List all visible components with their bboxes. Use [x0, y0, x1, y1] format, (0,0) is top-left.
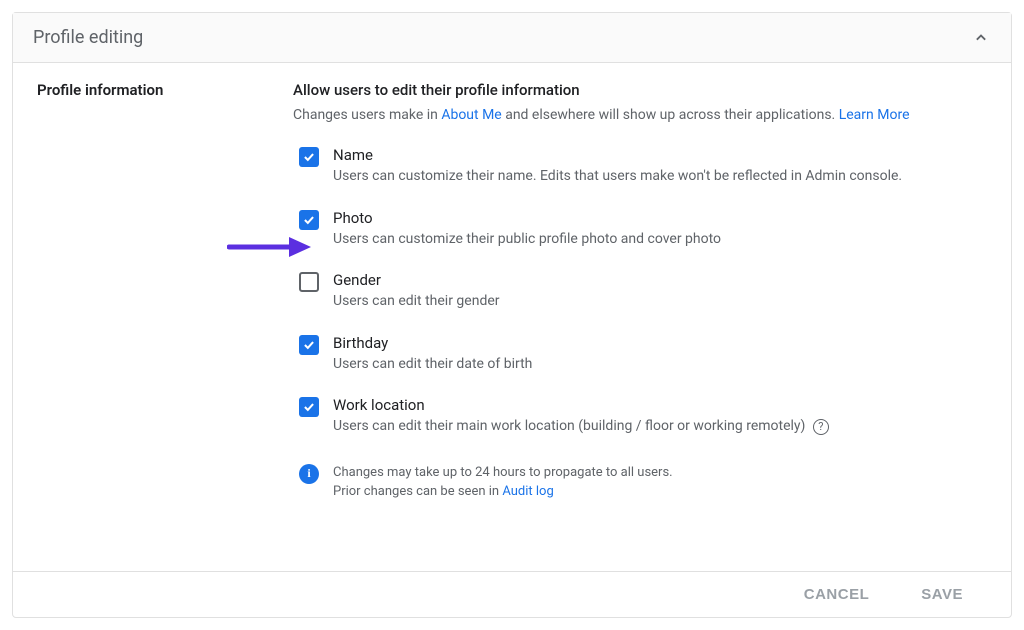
- checkmark-icon: [302, 150, 316, 164]
- cancel-button[interactable]: CANCEL: [804, 586, 870, 603]
- content-area: Allow users to edit their profile inform…: [293, 81, 987, 571]
- checkbox-name[interactable]: [299, 147, 319, 167]
- card-footer: CANCEL SAVE: [13, 571, 1011, 617]
- option-desc: Users can edit their date of birth: [333, 355, 532, 375]
- notice-text: Changes may take up to 24 hours to propa…: [333, 463, 673, 502]
- checkbox-birthday[interactable]: [299, 335, 319, 355]
- checkbox-gender[interactable]: [299, 272, 319, 292]
- section-subtitle: Changes users make in About Me and elsew…: [293, 105, 987, 126]
- option-work-location: Work location Users can edit their main …: [299, 396, 987, 437]
- checkbox-work-location[interactable]: [299, 397, 319, 417]
- option-text: Gender Users can edit their gender: [333, 271, 500, 312]
- collapse-toggle[interactable]: [971, 28, 991, 48]
- option-desc: Users can edit their main work location …: [333, 417, 829, 437]
- help-icon[interactable]: ?: [813, 419, 829, 435]
- option-photo: Photo Users can customize their public p…: [299, 209, 987, 250]
- about-me-link[interactable]: About Me: [441, 107, 501, 123]
- checkmark-icon: [302, 213, 316, 227]
- audit-log-link[interactable]: Audit log: [502, 484, 553, 499]
- option-text: Photo Users can customize their public p…: [333, 209, 721, 250]
- chevron-up-icon: [971, 28, 991, 48]
- option-label: Birthday: [333, 334, 532, 352]
- checkmark-icon: [302, 400, 316, 414]
- option-name: Name Users can customize their name. Edi…: [299, 146, 987, 187]
- option-label: Work location: [333, 396, 829, 414]
- option-desc: Users can customize their public profile…: [333, 230, 721, 250]
- card-body: Profile information Allow users to edit …: [13, 63, 1011, 571]
- profile-editing-card: Profile editing Profile information Allo…: [12, 12, 1012, 618]
- card-header: Profile editing: [13, 13, 1011, 63]
- options-list: Name Users can customize their name. Edi…: [293, 146, 987, 437]
- card-title: Profile editing: [33, 27, 143, 48]
- option-text: Work location Users can edit their main …: [333, 396, 829, 437]
- checkmark-icon: [302, 338, 316, 352]
- propagation-notice: i Changes may take up to 24 hours to pro…: [293, 459, 987, 512]
- checkbox-photo[interactable]: [299, 210, 319, 230]
- info-icon: i: [299, 464, 319, 484]
- notice-line2: Prior changes can be seen in Audit log: [333, 482, 673, 502]
- save-button[interactable]: SAVE: [921, 586, 963, 603]
- notice-line1: Changes may take up to 24 hours to propa…: [333, 463, 673, 483]
- option-gender: Gender Users can edit their gender: [299, 271, 987, 312]
- option-birthday: Birthday Users can edit their date of bi…: [299, 334, 987, 375]
- option-label: Name: [333, 146, 902, 164]
- subtitle-suffix: and elsewhere will show up across their …: [502, 107, 839, 123]
- option-desc: Users can customize their name. Edits th…: [333, 167, 902, 187]
- option-label: Gender: [333, 271, 500, 289]
- option-text: Name Users can customize their name. Edi…: [333, 146, 902, 187]
- option-desc: Users can edit their gender: [333, 292, 500, 312]
- subtitle-prefix: Changes users make in: [293, 107, 441, 123]
- option-text: Birthday Users can edit their date of bi…: [333, 334, 532, 375]
- option-label: Photo: [333, 209, 721, 227]
- learn-more-link[interactable]: Learn More: [839, 107, 910, 123]
- side-label: Profile information: [37, 81, 293, 571]
- section-title: Allow users to edit their profile inform…: [293, 81, 987, 99]
